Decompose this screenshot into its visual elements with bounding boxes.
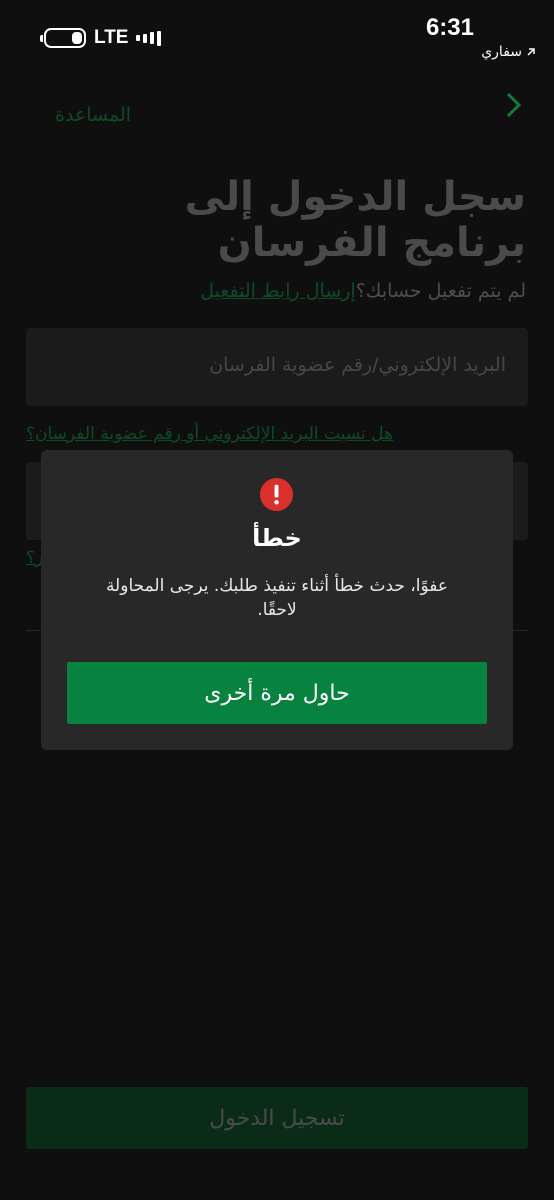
status-bar: LTE 6:31 سفاري [0, 0, 554, 70]
back-to-app[interactable]: سفاري [481, 44, 536, 60]
title-line-1: سجل الدخول إلى [184, 174, 526, 220]
login-button[interactable]: تسجيل الدخول [26, 1087, 528, 1149]
activation-question: لم يتم تفعيل حسابك؟ [355, 280, 526, 302]
battery-level [71, 32, 82, 44]
status-indicators: LTE [40, 27, 162, 49]
signal-icon [136, 30, 162, 46]
activation-prompt: لم يتم تفعيل حسابك؟إرسال رابط التفعيل [200, 280, 526, 302]
dialog-message: عفوًا، حدث خطأ أثناء تنفيذ طلبك. يرجى ال… [105, 576, 449, 620]
retry-button[interactable]: حاول مرة أخرى [67, 662, 487, 724]
title-line-2: برنامج الفرسان [217, 220, 526, 266]
network-type: LTE [94, 27, 129, 48]
help-link[interactable]: المساعدة [55, 104, 131, 126]
forgot-email-link[interactable]: هل نسيت البريد الإلكتروني أو رقم عضوية ا… [26, 424, 393, 444]
error-dialog: خطأ عفوًا، حدث خطأ أثناء تنفيذ طلبك. يرج… [41, 450, 513, 750]
error-exclamation-icon [259, 477, 294, 512]
status-time: 6:31 [425, 14, 474, 41]
chevron-right-icon[interactable] [498, 90, 528, 120]
dialog-title: خطأ [252, 524, 302, 552]
email-input[interactable]: البريد الإلكتروني/رقم عضوية الفرسان [26, 328, 528, 406]
send-activation-link[interactable]: إرسال رابط التفعيل [200, 280, 356, 302]
battery-icon [40, 28, 86, 48]
back-app-label: سفاري [481, 44, 522, 60]
page-title: سجل الدخول إلى برنامج الفرسان [46, 174, 526, 266]
back-arrow-icon [527, 48, 535, 56]
